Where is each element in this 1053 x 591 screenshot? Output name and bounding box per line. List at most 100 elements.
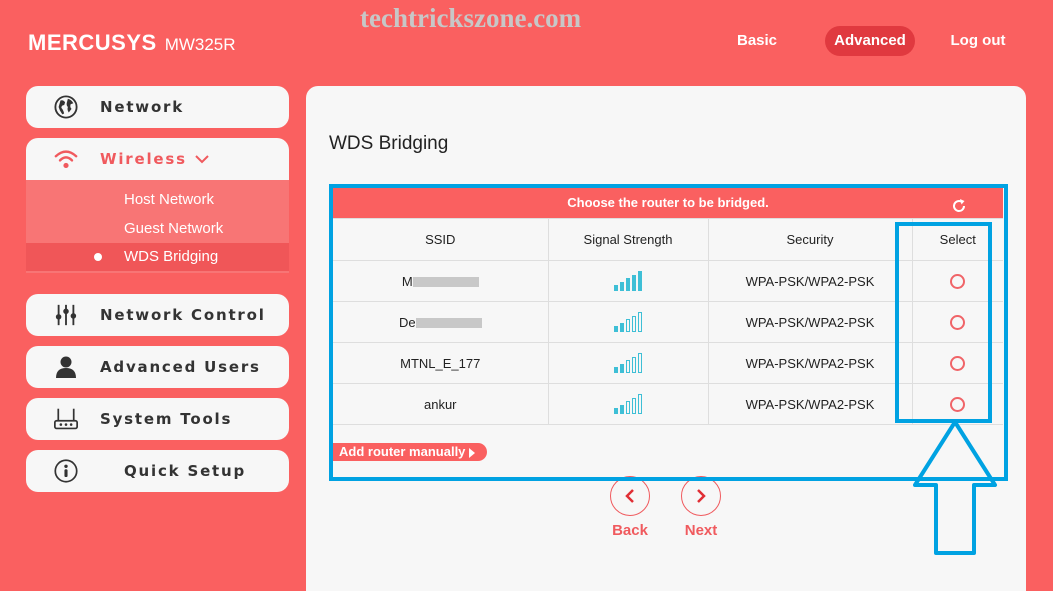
back-label[interactable]: Back [600,522,660,539]
table-row[interactable]: MTNL_E_177 WPA-PSK/WPA2-PSK [333,342,1003,384]
select-radio[interactable] [950,315,966,331]
signal-bar [632,356,636,373]
ssid-cell: ankur [333,383,549,425]
back-button[interactable] [610,476,650,516]
signal-bar [626,401,630,414]
globe-icon [54,95,78,119]
select-radio[interactable] [950,397,966,413]
select-cell [911,383,1003,425]
signal-cell [547,383,709,425]
nav-basic[interactable]: Basic [732,26,782,56]
signal-strength-icon [614,394,642,414]
signal-bar [614,367,618,373]
next-button[interactable] [681,476,721,516]
router-table: SSID Signal Strength Security Select M WP… [333,218,1003,425]
router-list: Choose the router to be bridged. SSID Si… [333,188,1003,425]
ssid-cell: De [333,301,549,343]
wireless-submenu: Host Network Guest Network WDS Bridging [26,180,289,273]
sidebar-item-quick-setup[interactable]: Quick Setup [26,450,289,492]
table-row[interactable]: De WPA-PSK/WPA2-PSK [333,301,1003,343]
signal-bar [626,278,630,291]
add-router-label: Add router manually [339,444,466,459]
sidebar-item-network[interactable]: Network [26,86,289,128]
signal-bar [632,274,636,291]
signal-strength-icon [614,353,642,373]
submenu-wds-bridging[interactable]: WDS Bridging [26,243,289,271]
wifi-icon [54,147,78,171]
signal-bar [620,404,624,414]
signal-cell [547,342,709,384]
sliders-icon [54,303,78,327]
signal-cell [547,260,709,302]
watermark: techtrickszone.com [360,3,582,33]
nav-advanced[interactable]: Advanced [825,26,915,56]
page-title: WDS Bridging [329,133,449,154]
signal-strength-icon [614,271,642,291]
ssid-cell: MTNL_E_177 [333,342,549,384]
sidebar-label: System Tools [100,410,233,428]
play-arrow-icon [469,447,476,458]
submenu-host-network[interactable]: Host Network [26,186,289,214]
sidebar-label: Quick Setup [124,462,247,480]
table-header-row: SSID Signal Strength Security Select [333,218,1003,261]
table-banner-text: Choose the router to be bridged. [567,195,769,210]
submenu-guest-network[interactable]: Guest Network [26,215,289,243]
sidebar-label: Wireless [100,150,187,168]
sidebar-item-network-control[interactable]: Network Control [26,294,289,336]
next-label[interactable]: Next [671,522,731,539]
table-row[interactable]: ankur WPA-PSK/WPA2-PSK [333,383,1003,425]
column-ssid: SSID [333,218,549,261]
ssid-text: M [401,273,413,289]
security-cell: WPA-PSK/WPA2-PSK [707,383,913,425]
ssid-redaction [412,277,479,288]
column-security: Security [707,218,913,261]
select-cell [911,301,1003,343]
sidebar-label: Advanced Users [100,358,261,376]
signal-bar [638,353,642,373]
refresh-icon[interactable] [951,195,967,212]
security-cell: WPA-PSK/WPA2-PSK [707,260,913,302]
ssid-text: MTNL_E_177 [400,355,481,371]
sidebar-item-system-tools[interactable]: System Tools [26,398,289,440]
select-cell [911,342,1003,384]
signal-bar [626,319,630,332]
select-cell [911,260,1003,302]
signal-bar [614,285,618,291]
signal-bar [632,397,636,414]
signal-bar [638,271,642,291]
sidebar-label: Network [100,98,185,116]
select-radio[interactable] [950,274,966,290]
nav-logout[interactable]: Log out [943,26,1013,56]
table-banner: Choose the router to be bridged. [333,188,1003,218]
signal-strength-icon [614,312,642,332]
chevron-down-icon [195,154,209,164]
chevron-right-icon [697,489,706,503]
router-icon [54,407,78,431]
user-icon [54,355,78,379]
brand-name: MERCUSYS [28,30,157,55]
ssid-redaction [415,318,482,329]
table-row[interactable]: M WPA-PSK/WPA2-PSK [333,260,1003,302]
signal-bar [626,360,630,373]
ssid-text: ankur [423,396,457,412]
column-select: Select [911,218,1003,261]
column-signal-strength: Signal Strength [547,218,709,261]
info-icon [54,459,78,483]
logo: MERCUSYS MW325R [28,30,236,56]
sidebar-item-wireless[interactable]: Wireless [26,138,289,180]
chevron-left-icon [625,489,634,503]
signal-bar [638,394,642,414]
signal-cell [547,301,709,343]
signal-bar [620,281,624,291]
signal-bar [638,312,642,332]
signal-bar [632,315,636,332]
selected-dot-icon [94,253,102,261]
select-radio[interactable] [950,356,966,372]
add-router-manually-button[interactable]: Add router manually [333,443,488,461]
signal-bar [614,326,618,332]
signal-bar [620,363,624,373]
sidebar-item-advanced-users[interactable]: Advanced Users [26,346,289,388]
ssid-cell: M [333,260,549,302]
signal-bar [614,408,618,414]
submenu-label: WDS Bridging [124,248,219,265]
